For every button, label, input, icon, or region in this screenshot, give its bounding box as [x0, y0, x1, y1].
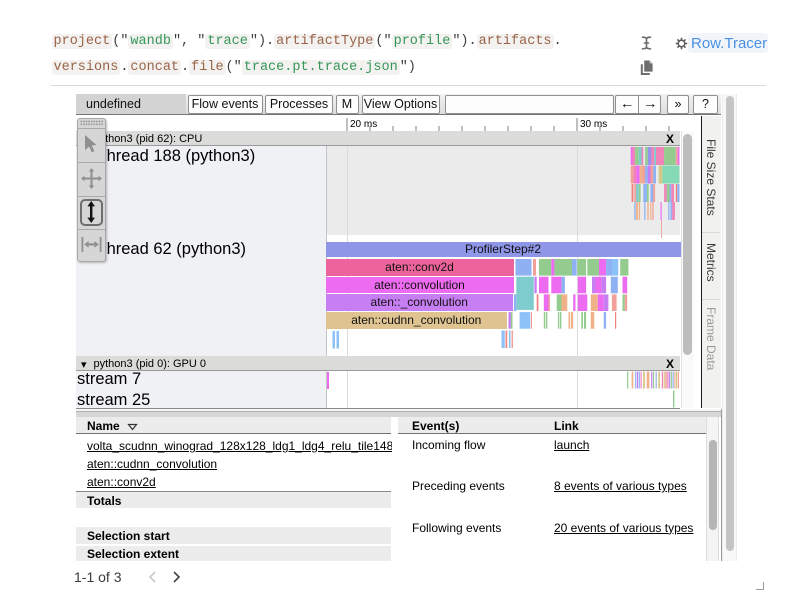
svg-text:20 ms: 20 ms [350, 119, 377, 130]
svg-text:30 ms: 30 ms [580, 119, 607, 130]
